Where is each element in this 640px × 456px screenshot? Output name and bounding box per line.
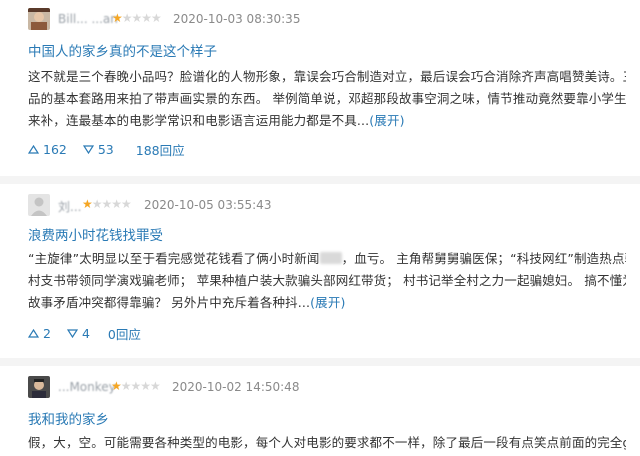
user-name[interactable]: ...Monkey (58, 380, 116, 394)
dislike-button[interactable]: 53 (82, 142, 114, 157)
dislike-count: 4 (81, 326, 90, 341)
expand-link[interactable]: (展开) (310, 295, 345, 310)
review-body-text: 故事矛盾冲突都得靠骗？ 另外片中充斥着各种抖... (28, 295, 311, 310)
expand-link[interactable]: (展开) (369, 113, 404, 128)
reply-count[interactable]: 0回应 (108, 324, 141, 343)
user-name[interactable]: 刘... (58, 198, 81, 215)
review-body: 假，大，空。可能需要各种类型的电影，每个人对电影的要求都不一样，除了最后一段有点… (28, 432, 626, 454)
triangle-down-icon (82, 145, 94, 154)
avatar[interactable] (28, 376, 50, 398)
like-count: 162 (43, 142, 67, 157)
review-body-line: 故事矛盾冲突都得靠骗？ 另外片中充斥着各种抖...(展开) (28, 292, 626, 314)
review-body-line: 村支书带领同学演戏骗老师； 苹果种植户装大款骗头部网红带货； 村书记举全村之力一… (28, 273, 626, 288)
avatar[interactable] (28, 194, 50, 216)
review-body-text: ，血亏。 主角帮舅舅骗医保；“科技网红”制造热点骗流量； (341, 251, 626, 266)
redacted-text (319, 252, 342, 264)
review-item: Bill... ...an ★★★★★ 2020-10-03 08:30:35 … (0, 0, 640, 168)
divider (0, 358, 640, 366)
review-title[interactable]: 中国人的家乡真的不是这个样子 (28, 40, 217, 60)
review-date: 2020-10-03 08:30:35 (173, 12, 301, 26)
review-actions: 162 53 188回应 (28, 140, 185, 159)
review-body-line: 这不就是三个春晚小品吗？脸谱化的人物形象，靠误会巧合制造对立，最后误会巧合消除齐… (28, 69, 626, 84)
review-title[interactable]: 浪费两小时花钱找罪受 (28, 224, 163, 244)
rating-stars: ★★★★★ (111, 379, 161, 393)
like-button[interactable]: 162 (28, 142, 67, 157)
like-count: 2 (43, 326, 51, 341)
triangle-down-icon (66, 329, 78, 338)
review-body-text: 来补，连最基本的电影学常识和电影语言运用能力都是不具... (28, 113, 370, 128)
dislike-button[interactable]: 4 (66, 326, 90, 341)
review-body-line: 品的基本套路用来拍了带声画实景的东西。 举例简单说，邓超那段故事空洞之味，情节推… (28, 91, 626, 106)
triangle-up-icon (28, 145, 39, 154)
review-item: ...Monkey ★★★★★ 2020-10-02 14:50:48 我和我的… (0, 366, 640, 456)
rating-stars: ★★★★★ (82, 197, 132, 211)
review-body-line: “主旋律”太明显以至于看完感觉花钱看了俩小时新闻 ，血亏。 主角帮舅舅骗医保；“科… (28, 248, 626, 270)
dislike-count: 53 (97, 142, 114, 157)
triangle-up-icon (28, 329, 39, 338)
review-date: 2020-10-05 03:55:43 (144, 198, 272, 212)
review-date: 2020-10-02 14:50:48 (172, 380, 300, 394)
reply-count[interactable]: 188回应 (136, 140, 185, 159)
review-body-line: 来补，连最基本的电影学常识和电影语言运用能力都是不具...(展开) (28, 110, 626, 132)
review-body: 这不就是三个春晚小品吗？脸谱化的人物形象，靠误会巧合制造对立，最后误会巧合消除齐… (28, 66, 626, 132)
review-title[interactable]: 我和我的家乡 (28, 408, 109, 428)
review-item: 刘... ★★★★★ 2020-10-05 03:55:43 浪费两小时花钱找罪… (0, 184, 640, 356)
avatar[interactable] (28, 8, 50, 30)
divider (0, 176, 640, 184)
review-body-line: 假，大，空。可能需要各种类型的电影，每个人对电影的要求都不一样，除了最后一段有点… (28, 435, 626, 450)
review-body-text: “主旋律”太明显以至于看完感觉花钱看了俩小时新闻 (28, 251, 320, 266)
like-button[interactable]: 2 (28, 326, 51, 341)
review-actions: 2 4 0回应 (28, 324, 141, 343)
rating-stars: ★★★★★ (112, 11, 162, 25)
user-name[interactable]: Bill... ...an (58, 12, 118, 26)
review-body: “主旋律”太明显以至于看完感觉花钱看了俩小时新闻 ，血亏。 主角帮舅舅骗医保；“科… (28, 248, 626, 314)
